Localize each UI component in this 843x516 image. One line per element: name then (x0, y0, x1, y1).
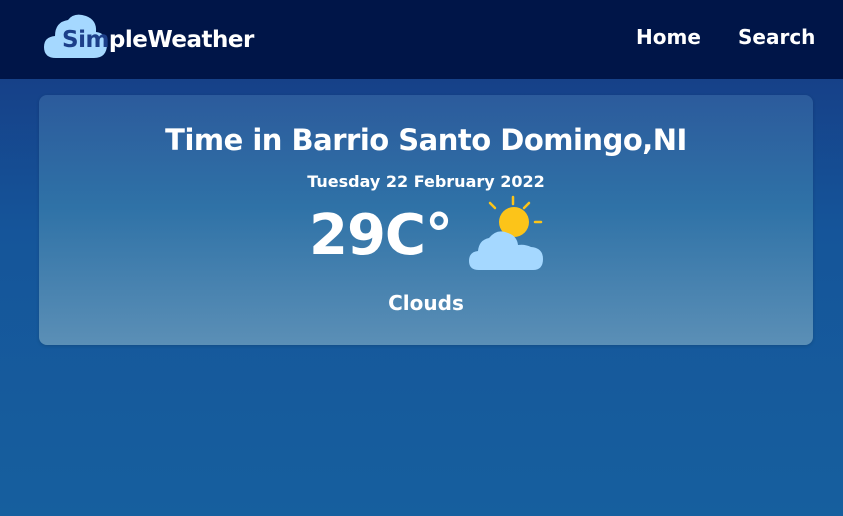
brand-name-part1: Sim (62, 27, 109, 53)
nav-search-link[interactable]: Search (738, 25, 815, 49)
date-label: Tuesday 22 February 2022 (307, 172, 545, 191)
weather-card: Time in Barrio Santo Domingo,NI Tuesday … (39, 95, 813, 345)
location-title: Time in Barrio Santo Domingo,NI (165, 123, 687, 157)
nav-home-link[interactable]: Home (636, 25, 701, 49)
condition-label: Clouds (388, 291, 464, 315)
partly-cloudy-icon (469, 195, 543, 270)
brand-name-part2: pleWeather (108, 27, 254, 53)
brand-name: SimpleWeather (62, 27, 254, 53)
navbar: SimpleWeather Home Search (0, 0, 843, 79)
temperature-value: 29C° (309, 203, 453, 268)
brand-logo[interactable]: SimpleWeather (44, 12, 254, 62)
